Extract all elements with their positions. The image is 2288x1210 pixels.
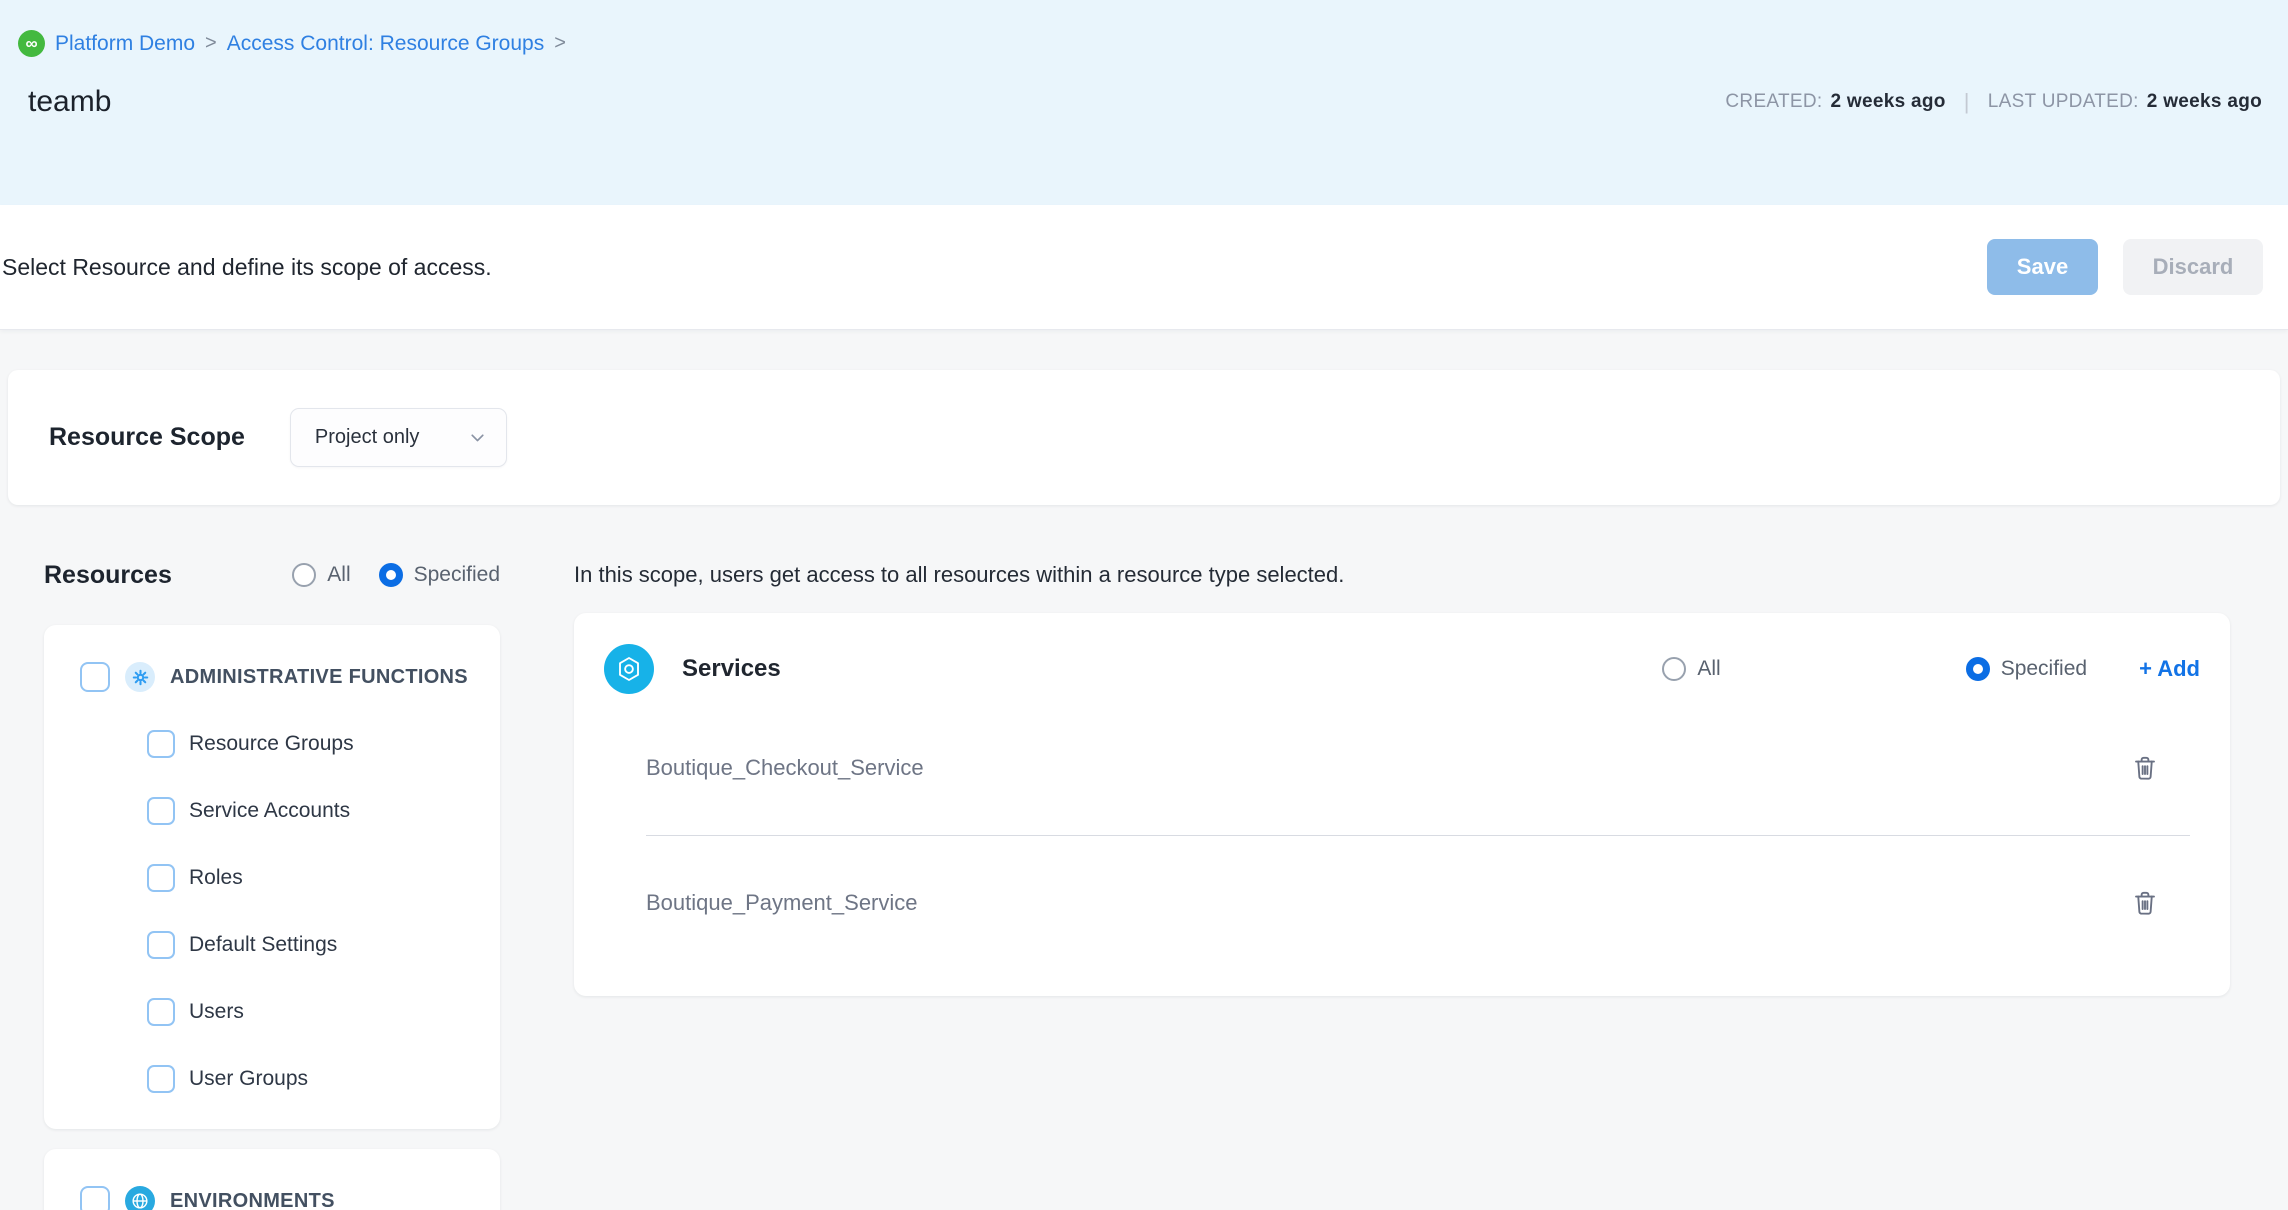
service-accounts-checkbox[interactable]: [147, 797, 175, 825]
services-radio-specified[interactable]: Specified: [1966, 657, 2087, 681]
service-accounts-label: Service Accounts: [189, 799, 350, 823]
users-checkbox[interactable]: [147, 998, 175, 1026]
environments-label: ENVIRONMENTS: [170, 1190, 335, 1210]
created-label: CREATED:: [1725, 91, 1822, 113]
resource-scope-value: Project only: [315, 426, 420, 449]
service-name: Boutique_Payment_Service: [646, 890, 918, 916]
default-settings-label: Default Settings: [189, 933, 337, 957]
user-groups-checkbox[interactable]: [147, 1065, 175, 1093]
trash-icon: [2130, 888, 2160, 918]
resource-type-row-default-settings[interactable]: Default Settings: [147, 925, 500, 965]
breadcrumb: ∞ Platform Demo > Access Control: Resour…: [18, 30, 2262, 57]
environments-card: ENVIRONMENTS: [44, 1149, 500, 1210]
delete-service-button[interactable]: [2130, 753, 2160, 783]
resource-type-row-service-accounts[interactable]: Service Accounts: [147, 791, 500, 831]
resources-radio-specified[interactable]: Specified: [379, 563, 500, 587]
administrative-functions-card: ADMINISTRATIVE FUNCTIONS Resource Groups…: [44, 625, 500, 1129]
meta-divider: |: [1964, 89, 1970, 115]
resources-scope-radios: All Specified: [292, 563, 500, 587]
save-button[interactable]: Save: [1987, 239, 2098, 295]
scope-description: In this scope, users get access to all r…: [574, 555, 2230, 595]
last-updated-value: 2 weeks ago: [2147, 91, 2262, 113]
resource-groups-label: Resource Groups: [189, 732, 354, 756]
group-row-environments: ENVIRONMENTS: [80, 1181, 500, 1210]
resources-title: Resources: [44, 561, 172, 590]
environments-checkbox[interactable]: [80, 1186, 110, 1210]
radio-unselected-icon[interactable]: [292, 563, 316, 587]
add-service-button[interactable]: + Add: [2139, 656, 2200, 682]
breadcrumb-access-control[interactable]: Access Control: Resource Groups: [227, 32, 544, 56]
resource-scope-label: Resource Scope: [49, 423, 245, 452]
radio-selected-icon[interactable]: [1966, 657, 1990, 681]
users-label: Users: [189, 1000, 244, 1024]
roles-checkbox[interactable]: [147, 864, 175, 892]
delete-service-button[interactable]: [2130, 888, 2160, 918]
resources-radio-specified-label: Specified: [414, 563, 500, 587]
resources-radio-all-label: All: [327, 563, 350, 587]
last-updated-label: LAST UPDATED:: [1988, 91, 2139, 113]
administrative-functions-checkbox[interactable]: [80, 662, 110, 692]
main-content: Resource Scope Project only Resources Al…: [0, 330, 2288, 1210]
action-bar: Select Resource and define its scope of …: [0, 205, 2288, 330]
administrative-functions-label: ADMINISTRATIVE FUNCTIONS: [170, 666, 468, 689]
breadcrumb-separator: >: [205, 32, 217, 55]
trash-icon: [2130, 753, 2160, 783]
resource-type-row-users[interactable]: Users: [147, 992, 500, 1032]
globe-icon: [125, 1186, 155, 1210]
radio-unselected-icon[interactable]: [1662, 657, 1686, 681]
services-title: Services: [682, 655, 781, 683]
services-radio-specified-label: Specified: [2001, 657, 2087, 681]
services-hexagon-icon: [604, 644, 654, 694]
discard-button[interactable]: Discard: [2123, 239, 2263, 295]
breadcrumb-separator: >: [554, 32, 566, 55]
resource-type-row-roles[interactable]: Roles: [147, 858, 500, 898]
chevron-down-icon: [467, 427, 488, 448]
service-row: Boutique_Checkout_Service: [604, 701, 2200, 835]
scope-detail-panel: In this scope, users get access to all r…: [574, 555, 2230, 1210]
record-meta: CREATED: 2 weeks ago | LAST UPDATED: 2 w…: [1725, 89, 2262, 119]
resource-type-row-resource-groups[interactable]: Resource Groups: [147, 724, 500, 764]
resource-type-row-user-groups[interactable]: User Groups: [147, 1059, 500, 1099]
resource-groups-checkbox[interactable]: [147, 730, 175, 758]
page-title: teamb: [28, 85, 111, 119]
action-bar-message: Select Resource and define its scope of …: [2, 254, 492, 281]
service-row: Boutique_Payment_Service: [604, 836, 2200, 970]
group-row-administrative-functions: ADMINISTRATIVE FUNCTIONS: [80, 657, 500, 697]
resources-panel: Resources All Specified: [44, 555, 500, 1210]
breadcrumb-platform-demo[interactable]: Platform Demo: [55, 32, 195, 56]
services-radio-all-label: All: [1697, 657, 1720, 681]
resource-scope-card: Resource Scope Project only: [8, 370, 2280, 505]
resource-scope-dropdown[interactable]: Project only: [290, 408, 507, 467]
roles-label: Roles: [189, 866, 243, 890]
gear-icon: [125, 662, 155, 692]
resources-radio-all[interactable]: All: [292, 563, 350, 587]
page-header: ∞ Platform Demo > Access Control: Resour…: [0, 0, 2288, 205]
services-radio-all[interactable]: All: [1662, 657, 1720, 681]
services-card-header: Services All Specified + Add: [604, 637, 2200, 701]
service-name: Boutique_Checkout_Service: [646, 755, 924, 781]
default-settings-checkbox[interactable]: [147, 931, 175, 959]
created-value: 2 weeks ago: [1830, 91, 1945, 113]
radio-selected-icon[interactable]: [379, 563, 403, 587]
user-groups-label: User Groups: [189, 1067, 308, 1091]
platform-logo-icon: ∞: [18, 30, 45, 57]
services-card: Services All Specified + Add Boutique_Ch…: [574, 613, 2230, 996]
